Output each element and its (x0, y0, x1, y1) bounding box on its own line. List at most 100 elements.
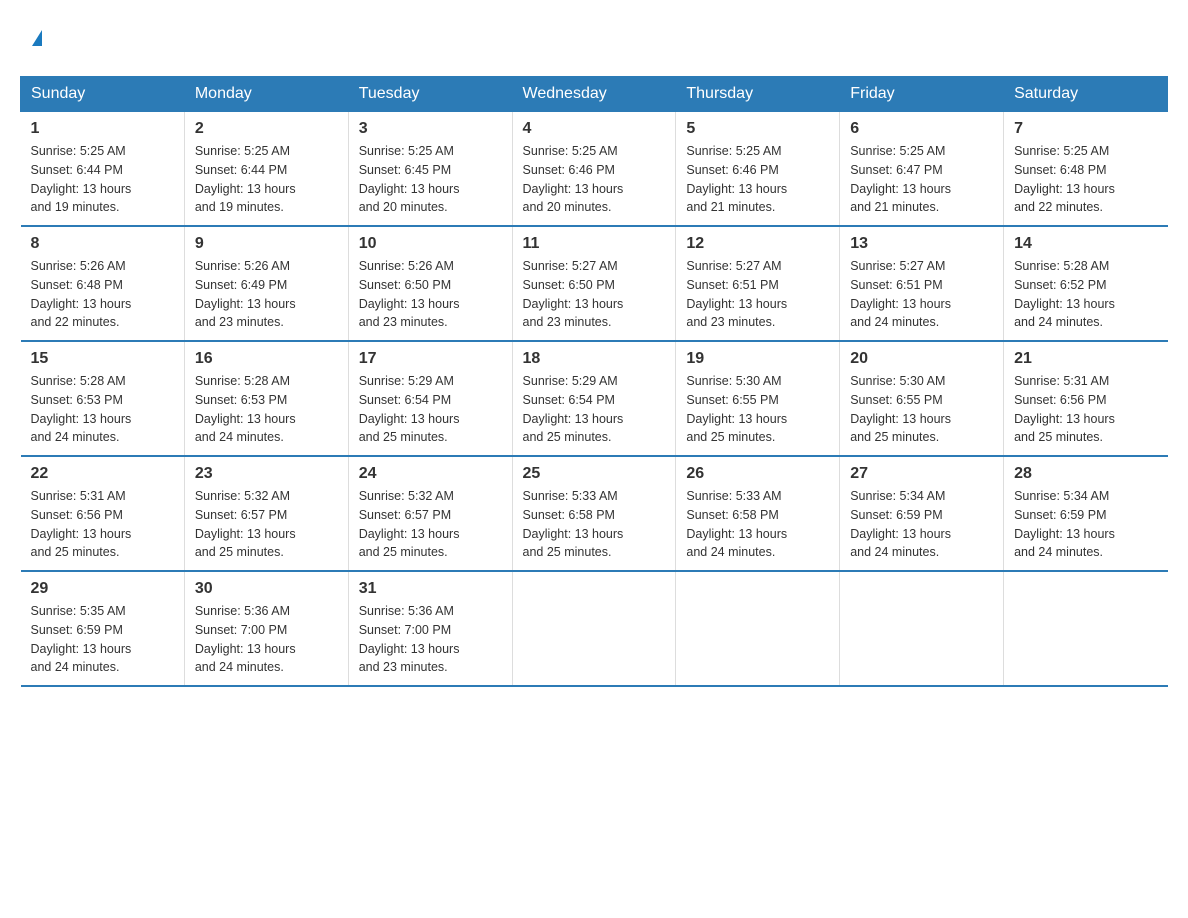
day-cell (512, 571, 676, 686)
day-cell: 13 Sunrise: 5:27 AMSunset: 6:51 PMDaylig… (840, 226, 1004, 341)
day-number: 27 (850, 465, 993, 483)
day-info: Sunrise: 5:29 AMSunset: 6:54 PMDaylight:… (359, 374, 460, 444)
day-number: 24 (359, 465, 502, 483)
day-cell: 18 Sunrise: 5:29 AMSunset: 6:54 PMDaylig… (512, 341, 676, 456)
day-info: Sunrise: 5:28 AMSunset: 6:52 PMDaylight:… (1014, 259, 1115, 329)
day-cell (676, 571, 840, 686)
day-cell: 5 Sunrise: 5:25 AMSunset: 6:46 PMDayligh… (676, 112, 840, 227)
day-number: 2 (195, 120, 338, 138)
day-cell: 28 Sunrise: 5:34 AMSunset: 6:59 PMDaylig… (1004, 456, 1168, 571)
day-number: 22 (31, 465, 174, 483)
day-info: Sunrise: 5:31 AMSunset: 6:56 PMDaylight:… (1014, 374, 1115, 444)
day-cell: 30 Sunrise: 5:36 AMSunset: 7:00 PMDaylig… (184, 571, 348, 686)
day-cell: 10 Sunrise: 5:26 AMSunset: 6:50 PMDaylig… (348, 226, 512, 341)
day-number: 15 (31, 350, 174, 368)
day-cell: 19 Sunrise: 5:30 AMSunset: 6:55 PMDaylig… (676, 341, 840, 456)
day-cell: 22 Sunrise: 5:31 AMSunset: 6:56 PMDaylig… (21, 456, 185, 571)
day-number: 21 (1014, 350, 1157, 368)
day-number: 6 (850, 120, 993, 138)
header-cell-saturday: Saturday (1004, 77, 1168, 112)
day-number: 17 (359, 350, 502, 368)
day-number: 29 (31, 580, 174, 598)
day-cell: 14 Sunrise: 5:28 AMSunset: 6:52 PMDaylig… (1004, 226, 1168, 341)
day-info: Sunrise: 5:27 AMSunset: 6:51 PMDaylight:… (850, 259, 951, 329)
day-cell: 21 Sunrise: 5:31 AMSunset: 6:56 PMDaylig… (1004, 341, 1168, 456)
day-info: Sunrise: 5:28 AMSunset: 6:53 PMDaylight:… (195, 374, 296, 444)
day-info: Sunrise: 5:25 AMSunset: 6:45 PMDaylight:… (359, 144, 460, 214)
day-info: Sunrise: 5:26 AMSunset: 6:48 PMDaylight:… (31, 259, 132, 329)
day-cell (1004, 571, 1168, 686)
day-info: Sunrise: 5:25 AMSunset: 6:46 PMDaylight:… (686, 144, 787, 214)
day-info: Sunrise: 5:32 AMSunset: 6:57 PMDaylight:… (195, 489, 296, 559)
day-number: 5 (686, 120, 829, 138)
day-number: 13 (850, 235, 993, 253)
day-number: 28 (1014, 465, 1157, 483)
calendar-body: 1 Sunrise: 5:25 AMSunset: 6:44 PMDayligh… (21, 112, 1168, 687)
day-info: Sunrise: 5:34 AMSunset: 6:59 PMDaylight:… (850, 489, 951, 559)
day-cell: 27 Sunrise: 5:34 AMSunset: 6:59 PMDaylig… (840, 456, 1004, 571)
day-info: Sunrise: 5:36 AMSunset: 7:00 PMDaylight:… (195, 604, 296, 674)
day-number: 26 (686, 465, 829, 483)
day-cell: 20 Sunrise: 5:30 AMSunset: 6:55 PMDaylig… (840, 341, 1004, 456)
day-number: 8 (31, 235, 174, 253)
day-info: Sunrise: 5:35 AMSunset: 6:59 PMDaylight:… (31, 604, 132, 674)
day-info: Sunrise: 5:25 AMSunset: 6:46 PMDaylight:… (523, 144, 624, 214)
day-cell: 1 Sunrise: 5:25 AMSunset: 6:44 PMDayligh… (21, 112, 185, 227)
day-cell: 8 Sunrise: 5:26 AMSunset: 6:48 PMDayligh… (21, 226, 185, 341)
day-cell: 6 Sunrise: 5:25 AMSunset: 6:47 PMDayligh… (840, 112, 1004, 227)
page-header (20, 20, 1168, 56)
header-cell-wednesday: Wednesday (512, 77, 676, 112)
day-cell: 29 Sunrise: 5:35 AMSunset: 6:59 PMDaylig… (21, 571, 185, 686)
day-cell: 16 Sunrise: 5:28 AMSunset: 6:53 PMDaylig… (184, 341, 348, 456)
header-cell-tuesday: Tuesday (348, 77, 512, 112)
day-cell: 26 Sunrise: 5:33 AMSunset: 6:58 PMDaylig… (676, 456, 840, 571)
day-number: 18 (523, 350, 666, 368)
calendar-table: SundayMondayTuesdayWednesdayThursdayFrid… (20, 76, 1168, 687)
day-number: 1 (31, 120, 174, 138)
week-row-4: 22 Sunrise: 5:31 AMSunset: 6:56 PMDaylig… (21, 456, 1168, 571)
header-row: SundayMondayTuesdayWednesdayThursdayFrid… (21, 77, 1168, 112)
day-number: 9 (195, 235, 338, 253)
day-number: 19 (686, 350, 829, 368)
day-cell (840, 571, 1004, 686)
day-number: 16 (195, 350, 338, 368)
day-cell: 7 Sunrise: 5:25 AMSunset: 6:48 PMDayligh… (1004, 112, 1168, 227)
day-number: 10 (359, 235, 502, 253)
logo (30, 30, 42, 46)
day-info: Sunrise: 5:25 AMSunset: 6:44 PMDaylight:… (195, 144, 296, 214)
week-row-3: 15 Sunrise: 5:28 AMSunset: 6:53 PMDaylig… (21, 341, 1168, 456)
header-cell-friday: Friday (840, 77, 1004, 112)
day-info: Sunrise: 5:25 AMSunset: 6:47 PMDaylight:… (850, 144, 951, 214)
day-info: Sunrise: 5:26 AMSunset: 6:49 PMDaylight:… (195, 259, 296, 329)
day-number: 3 (359, 120, 502, 138)
day-info: Sunrise: 5:27 AMSunset: 6:50 PMDaylight:… (523, 259, 624, 329)
day-number: 12 (686, 235, 829, 253)
day-cell: 31 Sunrise: 5:36 AMSunset: 7:00 PMDaylig… (348, 571, 512, 686)
day-cell: 2 Sunrise: 5:25 AMSunset: 6:44 PMDayligh… (184, 112, 348, 227)
week-row-1: 1 Sunrise: 5:25 AMSunset: 6:44 PMDayligh… (21, 112, 1168, 227)
logo-triangle-icon (32, 30, 42, 46)
day-cell: 17 Sunrise: 5:29 AMSunset: 6:54 PMDaylig… (348, 341, 512, 456)
day-info: Sunrise: 5:30 AMSunset: 6:55 PMDaylight:… (850, 374, 951, 444)
day-info: Sunrise: 5:29 AMSunset: 6:54 PMDaylight:… (523, 374, 624, 444)
day-cell: 11 Sunrise: 5:27 AMSunset: 6:50 PMDaylig… (512, 226, 676, 341)
day-cell: 25 Sunrise: 5:33 AMSunset: 6:58 PMDaylig… (512, 456, 676, 571)
day-cell: 9 Sunrise: 5:26 AMSunset: 6:49 PMDayligh… (184, 226, 348, 341)
week-row-2: 8 Sunrise: 5:26 AMSunset: 6:48 PMDayligh… (21, 226, 1168, 341)
day-number: 30 (195, 580, 338, 598)
day-cell: 24 Sunrise: 5:32 AMSunset: 6:57 PMDaylig… (348, 456, 512, 571)
day-info: Sunrise: 5:34 AMSunset: 6:59 PMDaylight:… (1014, 489, 1115, 559)
day-info: Sunrise: 5:33 AMSunset: 6:58 PMDaylight:… (686, 489, 787, 559)
day-cell: 15 Sunrise: 5:28 AMSunset: 6:53 PMDaylig… (21, 341, 185, 456)
day-info: Sunrise: 5:26 AMSunset: 6:50 PMDaylight:… (359, 259, 460, 329)
day-info: Sunrise: 5:28 AMSunset: 6:53 PMDaylight:… (31, 374, 132, 444)
header-cell-monday: Monday (184, 77, 348, 112)
day-cell: 3 Sunrise: 5:25 AMSunset: 6:45 PMDayligh… (348, 112, 512, 227)
day-cell: 12 Sunrise: 5:27 AMSunset: 6:51 PMDaylig… (676, 226, 840, 341)
header-cell-thursday: Thursday (676, 77, 840, 112)
day-info: Sunrise: 5:25 AMSunset: 6:44 PMDaylight:… (31, 144, 132, 214)
day-cell: 23 Sunrise: 5:32 AMSunset: 6:57 PMDaylig… (184, 456, 348, 571)
day-number: 4 (523, 120, 666, 138)
day-info: Sunrise: 5:36 AMSunset: 7:00 PMDaylight:… (359, 604, 460, 674)
header-cell-sunday: Sunday (21, 77, 185, 112)
